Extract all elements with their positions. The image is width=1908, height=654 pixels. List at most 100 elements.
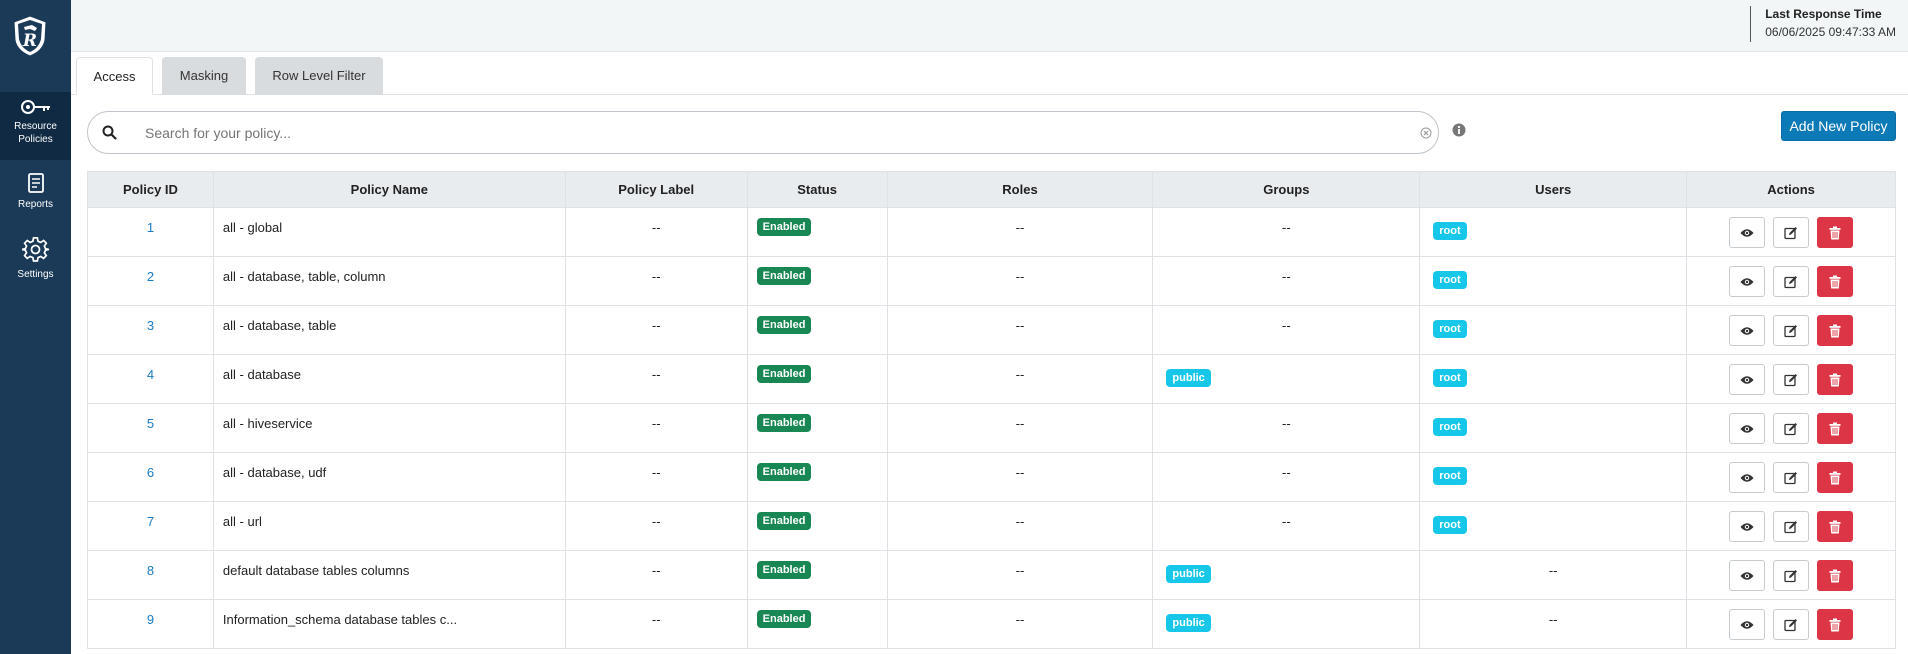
- eye-icon: [1740, 228, 1754, 237]
- policy-label-cell: --: [564, 207, 748, 257]
- users-cell: root: [1419, 207, 1688, 257]
- table-row: 6 all - database, udf -- Enabled -- -- r…: [87, 452, 1896, 502]
- trash-icon: [1829, 324, 1841, 337]
- policy-id-cell: 1: [87, 207, 214, 257]
- policy-name-cell: all - hiveservice: [212, 403, 566, 453]
- delete-policy-button[interactable]: [1816, 511, 1853, 542]
- status-cell: Enabled: [746, 354, 888, 404]
- edit-icon: [1784, 275, 1798, 288]
- view-policy-button[interactable]: [1729, 462, 1766, 493]
- column-header-policy-id[interactable]: Policy ID: [87, 171, 214, 208]
- view-policy-button[interactable]: [1729, 609, 1766, 640]
- delete-policy-button[interactable]: [1816, 315, 1853, 346]
- tab-masking[interactable]: Masking: [162, 57, 246, 95]
- edit-policy-button[interactable]: [1773, 462, 1810, 493]
- policy-id-cell: 6: [87, 452, 214, 502]
- trash-icon: [1829, 520, 1841, 533]
- delete-policy-button[interactable]: [1816, 609, 1853, 640]
- column-header-actions: Actions: [1686, 171, 1896, 208]
- policy-name-cell: all - database, udf: [212, 452, 566, 502]
- policy-id-link[interactable]: 7: [147, 514, 154, 529]
- delete-policy-button[interactable]: [1816, 266, 1853, 297]
- policy-id-link[interactable]: 8: [147, 563, 154, 578]
- actions-cell: [1686, 403, 1896, 453]
- delete-policy-button[interactable]: [1816, 413, 1853, 444]
- tab-access[interactable]: Access: [76, 57, 153, 95]
- roles-cell: --: [886, 305, 1154, 355]
- groups-cell: --: [1152, 452, 1421, 502]
- users-cell: root: [1419, 305, 1688, 355]
- policy-id-link[interactable]: 1: [147, 220, 154, 235]
- edit-policy-button[interactable]: [1773, 315, 1810, 346]
- user-badge: root: [1433, 271, 1467, 289]
- policy-id-link[interactable]: 6: [147, 465, 154, 480]
- view-policy-button[interactable]: [1729, 413, 1766, 444]
- policy-id-link[interactable]: 3: [147, 318, 154, 333]
- view-policy-button[interactable]: [1729, 217, 1766, 248]
- edit-policy-button[interactable]: [1773, 217, 1810, 248]
- status-badge: Enabled: [756, 610, 812, 628]
- edit-policy-button[interactable]: [1773, 560, 1810, 591]
- info-icon[interactable]: [1452, 123, 1466, 137]
- view-policy-button[interactable]: [1729, 511, 1766, 542]
- policy-label-cell: --: [564, 305, 748, 355]
- users-cell: root: [1419, 403, 1688, 453]
- sidebar-item-label: Reports: [17, 199, 53, 210]
- column-header-policy-name[interactable]: Policy Name: [212, 171, 566, 208]
- trash-icon: [1829, 275, 1841, 288]
- eye-icon: [1740, 522, 1754, 531]
- delete-policy-button[interactable]: [1816, 217, 1853, 248]
- ranger-logo[interactable]: R: [10, 14, 50, 58]
- view-policy-button[interactable]: [1729, 560, 1766, 591]
- table-row: 1 all - global -- Enabled -- -- root: [87, 207, 1896, 257]
- sidebar-item-label: Resource: [14, 121, 57, 132]
- user-badge: root: [1433, 516, 1467, 534]
- policy-id-link[interactable]: 2: [147, 269, 154, 284]
- edit-policy-button[interactable]: [1773, 609, 1810, 640]
- status-badge: Enabled: [756, 561, 812, 579]
- policy-id-link[interactable]: 9: [147, 612, 154, 627]
- policy-id-link[interactable]: 4: [147, 367, 154, 382]
- delete-policy-button[interactable]: [1816, 560, 1853, 591]
- delete-policy-button[interactable]: [1816, 364, 1853, 395]
- report-icon: [27, 173, 44, 193]
- trash-icon: [1829, 471, 1841, 484]
- tab-row-level-filter[interactable]: Row Level Filter: [255, 57, 383, 95]
- roles-cell: --: [886, 207, 1154, 257]
- status-badge: Enabled: [756, 463, 812, 481]
- edit-policy-button[interactable]: [1773, 266, 1810, 297]
- delete-policy-button[interactable]: [1816, 462, 1853, 493]
- policy-label-cell: --: [564, 550, 748, 600]
- users-cell: root: [1419, 354, 1688, 404]
- view-policy-button[interactable]: [1729, 315, 1766, 346]
- edit-policy-button[interactable]: [1773, 413, 1810, 444]
- search-input[interactable]: [145, 120, 1405, 146]
- groups-cell: --: [1152, 305, 1421, 355]
- sidebar-item-settings[interactable]: Settings: [0, 236, 71, 292]
- edit-icon: [1784, 569, 1798, 582]
- policy-id-link[interactable]: 5: [147, 416, 154, 431]
- clear-search-icon[interactable]: [1420, 127, 1432, 139]
- table-row: 3 all - database, table -- Enabled -- --…: [87, 305, 1896, 355]
- table-row: 2 all - database, table, column -- Enabl…: [87, 256, 1896, 306]
- status-badge: Enabled: [756, 218, 812, 236]
- edit-policy-button[interactable]: [1773, 511, 1810, 542]
- policy-id-cell: 7: [87, 501, 214, 551]
- policy-tabs: Access Masking Row Level Filter: [71, 52, 1908, 95]
- actions-cell: [1686, 207, 1896, 257]
- add-new-policy-button[interactable]: Add New Policy: [1781, 111, 1896, 141]
- view-policy-button[interactable]: [1729, 266, 1766, 297]
- sidebar-item-resource-policies[interactable]: Resource Policies: [0, 92, 71, 160]
- edit-policy-button[interactable]: [1773, 364, 1810, 395]
- groups-cell: public: [1152, 550, 1421, 600]
- actions-cell: [1686, 354, 1896, 404]
- roles-cell: --: [886, 501, 1154, 551]
- group-badge: public: [1166, 565, 1211, 583]
- view-policy-button[interactable]: [1729, 364, 1766, 395]
- user-badge: root: [1433, 320, 1467, 338]
- user-badge: root: [1433, 369, 1467, 387]
- trash-icon: [1829, 569, 1841, 582]
- app-root: R Resource Policies Reports Settings Las…: [0, 0, 1908, 654]
- sidebar-item-reports[interactable]: Reports: [0, 172, 71, 224]
- last-response-info: Last Response Time 06/06/2025 09:47:33 A…: [1750, 6, 1896, 42]
